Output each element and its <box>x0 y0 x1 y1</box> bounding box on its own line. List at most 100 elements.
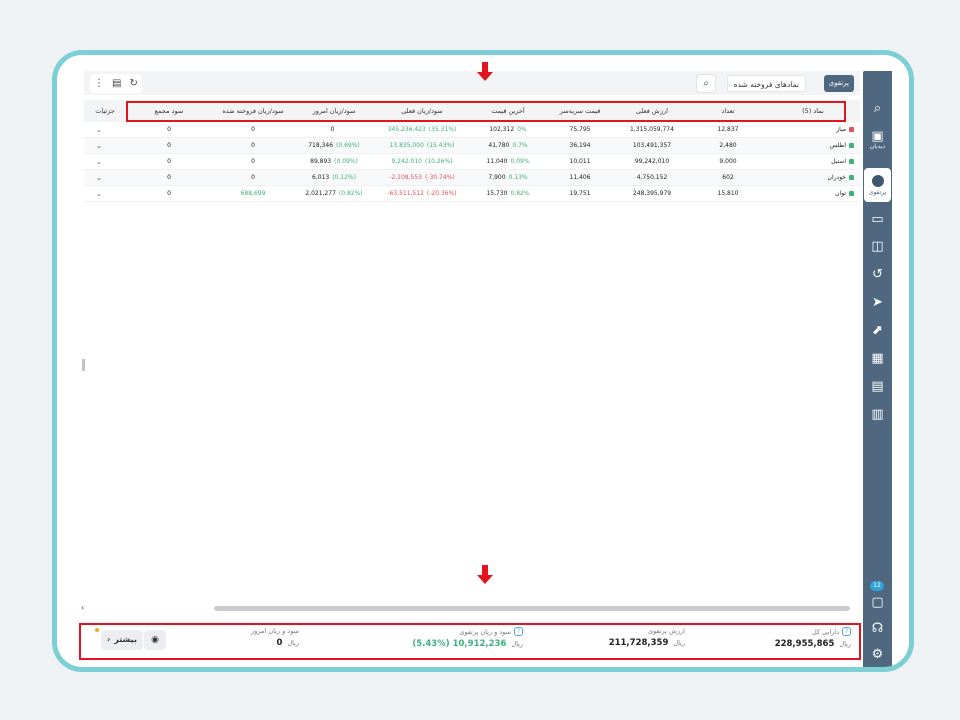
breakeven-cell: 19,751 <box>569 190 591 197</box>
chevron-down-icon[interactable]: ⌄ <box>96 170 102 186</box>
today-pl-percent: (0.09%) <box>334 158 358 165</box>
last-price-cell: 7,900 0.13% <box>470 170 546 186</box>
chevron-down-icon[interactable]: ⌄ <box>96 138 102 154</box>
table-row[interactable]: استیل 9,000 99,242,010 10,011 11,040 0.09% 9,2… <box>84 154 860 170</box>
current-pl-percent: (35.31%) <box>428 126 457 133</box>
total-profit-cell: 0 <box>167 142 171 149</box>
chevron-left-icon[interactable]: ‹ <box>81 603 84 612</box>
refresh-icon[interactable]: ↻ <box>129 78 137 89</box>
symbol-name: توان <box>835 190 846 197</box>
symbol-cell[interactable]: خودران <box>766 170 860 186</box>
today-pl-percent: (0.69%) <box>336 142 360 149</box>
current-pl-value: -2,108,553 <box>389 174 422 181</box>
status-dot <box>849 127 854 132</box>
current-pl-cell: 9,242,010 (10.26%) <box>374 154 470 170</box>
device-frame: پرتفوی نمادهای فروخته شده ⌕ ⋮ ▤ ↻ نماد (… <box>52 50 914 672</box>
breakeven-cell: 11,406 <box>569 174 591 181</box>
history-icon[interactable]: ↺ <box>863 263 892 285</box>
last-price-percent: 0.82% <box>510 190 530 197</box>
current-value-cell: 248,395,979 <box>632 190 672 197</box>
sold-pl-value: 0 <box>251 158 255 165</box>
current-pl-value: -63,511,512 <box>387 190 424 197</box>
today-pl-value: 89,893 <box>310 158 332 165</box>
vertical-resize-handle[interactable] <box>82 359 85 371</box>
last-price-percent: 0.09% <box>510 158 530 165</box>
current-pl-value: 9,242,010 <box>391 158 422 165</box>
today-pl-value: 6,013 <box>312 174 330 181</box>
chevron-down-icon[interactable]: ⌄ <box>96 186 102 202</box>
details-cell[interactable]: ⌄ <box>84 138 126 154</box>
last-price-cell: 15,730 0.82% <box>470 186 546 202</box>
details-cell[interactable]: ⌄ <box>84 154 126 170</box>
breakeven-cell: 75,795 <box>569 126 591 133</box>
sold-pl-cell: 0 <box>212 138 294 154</box>
wallet-icon[interactable]: ◫ <box>863 235 892 257</box>
news-icon[interactable]: ▤ <box>863 375 892 397</box>
sold-pl-value: 0 <box>251 142 255 149</box>
total-profit-cell: 0 <box>167 158 171 165</box>
table-row[interactable]: توان 15,810 248,395,979 19,751 15,730 0.82% -6… <box>84 186 860 202</box>
tab-portfolio[interactable]: پرتفوی <box>823 75 854 92</box>
chart-up-icon[interactable]: ⬈ <box>863 319 892 341</box>
total-profit-cell: 0 <box>167 190 171 197</box>
symbol-cell[interactable]: استیل <box>766 154 860 170</box>
current-pl-percent: (-30.74%) <box>424 174 455 181</box>
symbol-cell[interactable]: توان <box>766 186 860 202</box>
sold-pl-extra: 688,699 <box>240 190 266 197</box>
symbol-cell[interactable]: اطلس <box>766 138 860 154</box>
send-icon[interactable]: ➤ <box>863 291 892 313</box>
symbol-name: میاز <box>836 126 846 133</box>
status-dot <box>849 143 854 148</box>
table-row[interactable]: میاز 12,837 1,315,059,774 75,795 102,312 0% 34… <box>84 122 860 138</box>
highlight-table-header <box>126 101 846 122</box>
chevron-down-icon[interactable]: ⌄ <box>96 122 102 138</box>
chevron-down-icon[interactable]: ⌄ <box>96 154 102 170</box>
more-vert-icon[interactable]: ⋮ <box>94 78 104 89</box>
sold-pl-cell: 0 <box>212 154 294 170</box>
count-cell: 15,810 <box>717 190 739 197</box>
search-icon[interactable]: ⌕ <box>863 97 892 119</box>
breakeven-cell: 36,194 <box>569 142 591 149</box>
count-cell: 12,837 <box>717 126 739 133</box>
last-price-value: 41,780 <box>488 142 510 149</box>
header-details[interactable]: جزئیات <box>84 100 126 122</box>
symbol-cell[interactable]: میاز <box>766 122 860 138</box>
table-row[interactable]: خودران 602 4,750,152 11,406 7,900 0.13% -2,108… <box>84 170 860 186</box>
current-value-cell: 103,491,357 <box>632 142 672 149</box>
last-price-percent: 0% <box>517 126 527 133</box>
settings-icon[interactable]: ⚙ <box>863 643 892 665</box>
total-profit-cell: 0 <box>167 174 171 181</box>
tab-sold-symbols[interactable]: نمادهای فروخته شده <box>726 75 806 92</box>
details-cell[interactable]: ⌄ <box>84 170 126 186</box>
columns-icon[interactable]: ▤ <box>112 78 121 89</box>
last-price-percent: 0.7% <box>512 142 528 149</box>
last-price-cell: 11,040 0.09% <box>470 154 546 170</box>
chat-badge: 12 <box>870 581 884 591</box>
details-cell[interactable]: ⌄ <box>84 186 126 202</box>
current-pl-percent: (-20.36%) <box>426 190 457 197</box>
today-pl-cell: 6,013 (0.12%) <box>294 170 374 186</box>
horizontal-scrollbar[interactable] <box>214 606 850 611</box>
grid-icon[interactable]: ▦ <box>863 347 892 369</box>
today-pl-cell: 89,893 (0.09%) <box>294 154 374 170</box>
opt-icon[interactable]: ▭ <box>863 208 892 230</box>
sidebar-item-portfolio[interactable]: پرتفوی <box>864 168 891 202</box>
status-dot <box>849 159 854 164</box>
current-pl-cell: -63,511,512 (-20.36%) <box>374 186 470 202</box>
search-icon[interactable]: ⌕ <box>696 74 716 93</box>
status-dot <box>849 191 854 196</box>
table-row[interactable]: اطلس 2,480 103,491,357 36,194 41,780 0.7% 13,8… <box>84 138 860 154</box>
symbol-name: اطلس <box>829 142 846 149</box>
sold-pl-cell: 0 <box>212 122 294 138</box>
bars-icon[interactable]: ▥ <box>863 403 892 425</box>
support-icon[interactable]: ☊ <box>863 617 892 639</box>
count-cell: 2,480 <box>719 142 737 149</box>
last-price-value: 15,730 <box>486 190 508 197</box>
sold-pl-cell: 0 <box>212 170 294 186</box>
sidebar-item-label: پرتفوی <box>868 188 887 196</box>
chat-icon[interactable]: ▢ <box>863 591 892 613</box>
details-cell[interactable]: ⌄ <box>84 122 126 138</box>
today-pl-value: 0 <box>330 126 335 133</box>
symbol-name: استیل <box>831 158 846 165</box>
toolbar-actions: ⋮ ▤ ↻ <box>90 74 142 93</box>
